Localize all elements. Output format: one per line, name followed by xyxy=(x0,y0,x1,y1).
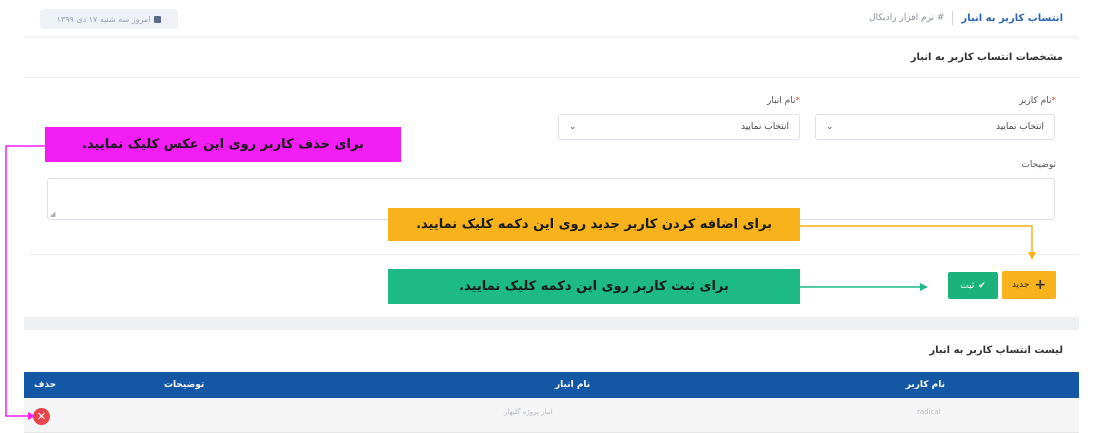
save-hint-arrowhead xyxy=(920,283,928,291)
column-header-user: نام کاربر xyxy=(905,380,945,390)
user-field-label: *نام کاربر xyxy=(1018,96,1056,106)
form-divider xyxy=(30,254,1079,255)
warehouse-field-label: *نام انبار xyxy=(767,96,800,106)
save-button[interactable]: ✔ ثبت xyxy=(948,272,998,299)
cell-warehouse: انبار پروژه گلپهار xyxy=(504,408,553,416)
save-hint-callout: برای ثبت کاربر روی این دکمه کلیک نمایید. xyxy=(388,269,800,304)
card-top-edge xyxy=(24,36,1079,40)
calendar-icon xyxy=(154,15,162,23)
form-section-title: مشخصات انتساب کاربر به انبار xyxy=(910,52,1063,63)
save-button-label: ثبت xyxy=(960,280,975,291)
breadcrumb-divider xyxy=(952,11,954,25)
column-header-warehouse: نام انبار xyxy=(555,380,591,390)
delete-hint-callout: برای حذف کاربر روی این عکس کلیک نمایید. xyxy=(45,127,401,162)
warehouse-select[interactable]: انتخاب نمایید ⌄ xyxy=(558,114,800,140)
check-icon: ✔ xyxy=(978,280,986,291)
breadcrumb-app-name: # نرم افزار رادیکال xyxy=(869,13,945,23)
date-text: امروز سه شنبه ۱۷ دی ۱۳۹۹ xyxy=(56,14,151,24)
plus-icon: + xyxy=(1034,277,1047,293)
resize-handle-icon[interactable]: ◢ xyxy=(50,210,55,218)
breadcrumb: انتساب کاربر به انبار # نرم افزار رادیکا… xyxy=(869,11,1063,25)
section-divider xyxy=(24,77,1079,78)
table-row: ✕ انبار پروژه گلپهار radical xyxy=(24,399,1079,433)
description-field-label: توضیحات xyxy=(1021,160,1056,170)
date-chip: امروز سه شنبه ۱۷ دی ۱۳۹۹ xyxy=(40,9,178,29)
cell-user: radical xyxy=(917,408,941,416)
user-select-value: انتخاب نمایید xyxy=(995,122,1044,132)
chevron-down-icon: ⌄ xyxy=(826,122,834,132)
column-header-delete: حذف xyxy=(34,380,57,390)
list-section-title: لیست انتساب کاربر به انبار xyxy=(929,345,1063,356)
page-title: انتساب کاربر به انبار xyxy=(961,12,1063,24)
column-header-description: توضیحات xyxy=(164,380,205,390)
new-button-label: جدید xyxy=(1011,280,1030,290)
delete-icon[interactable]: ✕ xyxy=(33,408,50,425)
table-header: نام کاربر نام انبار توضیحات حذف xyxy=(24,372,1079,398)
new-button[interactable]: + جدید xyxy=(1002,271,1056,299)
top-bar: امروز سه شنبه ۱۷ دی ۱۳۹۹ انتساب کاربر به… xyxy=(0,0,1100,36)
new-hint-arrow xyxy=(800,225,1033,252)
user-select[interactable]: انتخاب نمایید ⌄ xyxy=(815,114,1055,140)
chevron-down-icon: ⌄ xyxy=(569,122,577,132)
new-hint-callout: برای اضافه کردن کاربر جدید روی این دکمه … xyxy=(388,208,800,241)
warehouse-select-value: انتخاب نمایید xyxy=(740,122,789,132)
section-separator xyxy=(24,317,1079,330)
